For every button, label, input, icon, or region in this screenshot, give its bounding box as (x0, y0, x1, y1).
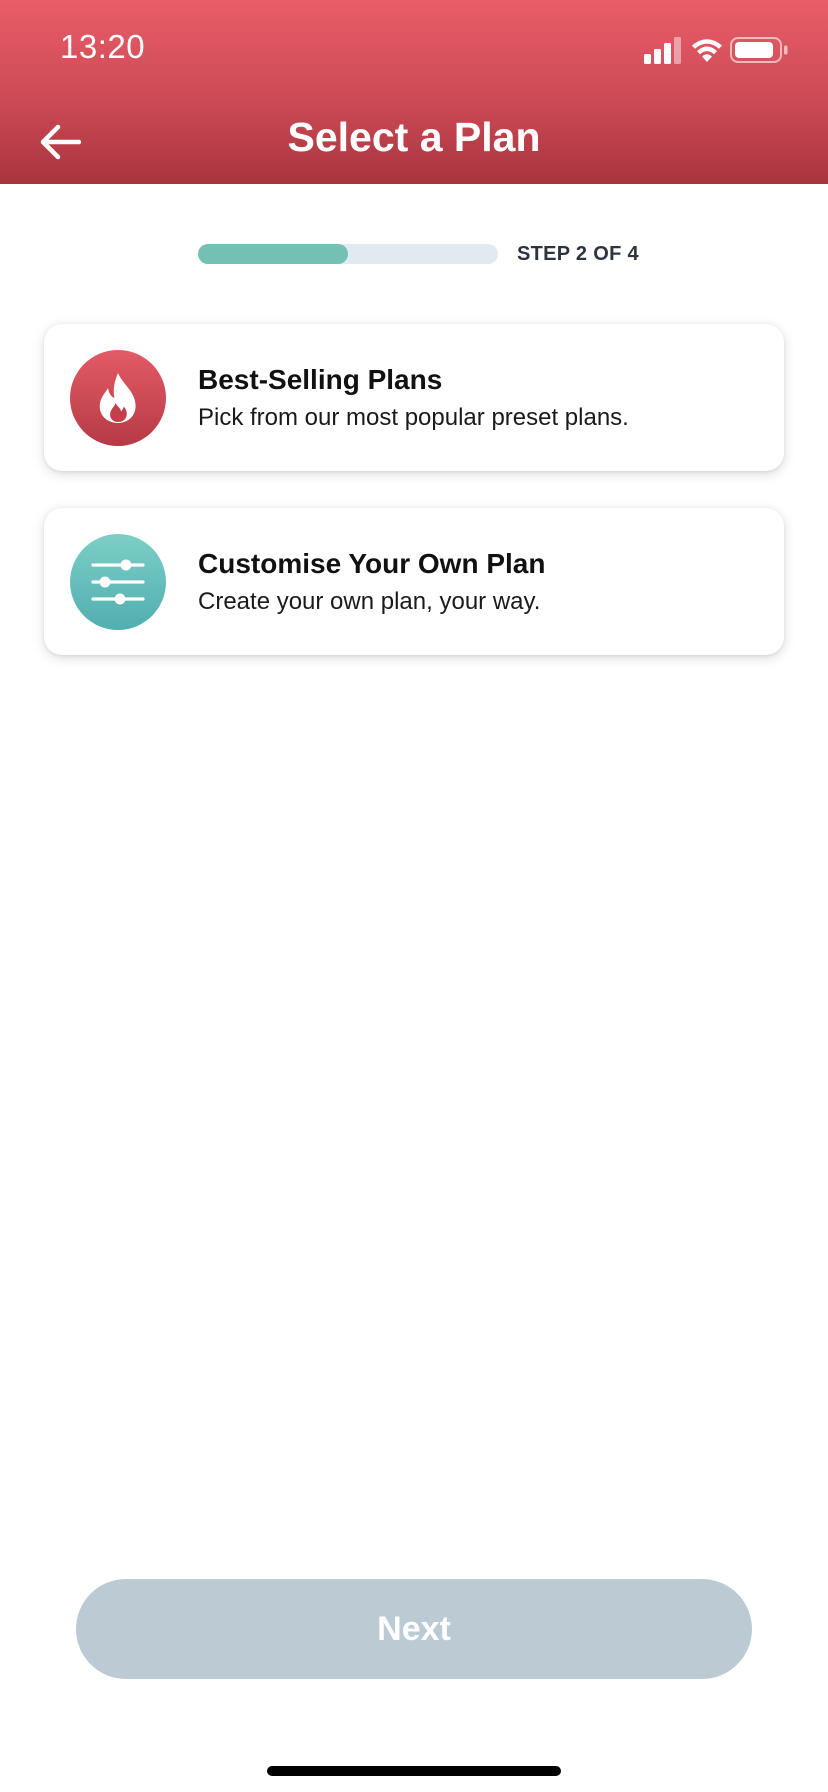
status-bar-icons (644, 34, 794, 66)
flame-icon (70, 350, 166, 446)
customise-own-plan-card[interactable]: Customise Your Own Plan Create your own … (44, 508, 784, 655)
step-indicator: STEP 2 OF 4 (517, 243, 639, 265)
status-time: 13:20 (60, 28, 146, 65)
app-header: 13:20 Select a Plan (0, 0, 828, 184)
next-button[interactable]: Next (76, 1579, 752, 1679)
card-title: Best-Selling Plans (198, 364, 443, 395)
wifi-icon (692, 39, 722, 62)
home-indicator (267, 1766, 561, 1776)
card-description: Pick from our most popular preset plans. (198, 404, 629, 431)
best-selling-plans-card[interactable]: Best-Selling Plans Pick from our most po… (44, 324, 784, 471)
progress-bar (198, 244, 498, 264)
page-title: Select a Plan (287, 114, 541, 160)
progress-fill (198, 244, 348, 264)
card-title: Customise Your Own Plan (198, 548, 546, 579)
battery-icon (730, 37, 788, 63)
card-description: Create your own plan, your way. (198, 588, 541, 615)
sliders-icon (70, 534, 166, 630)
cellular-signal-icon (644, 37, 681, 64)
